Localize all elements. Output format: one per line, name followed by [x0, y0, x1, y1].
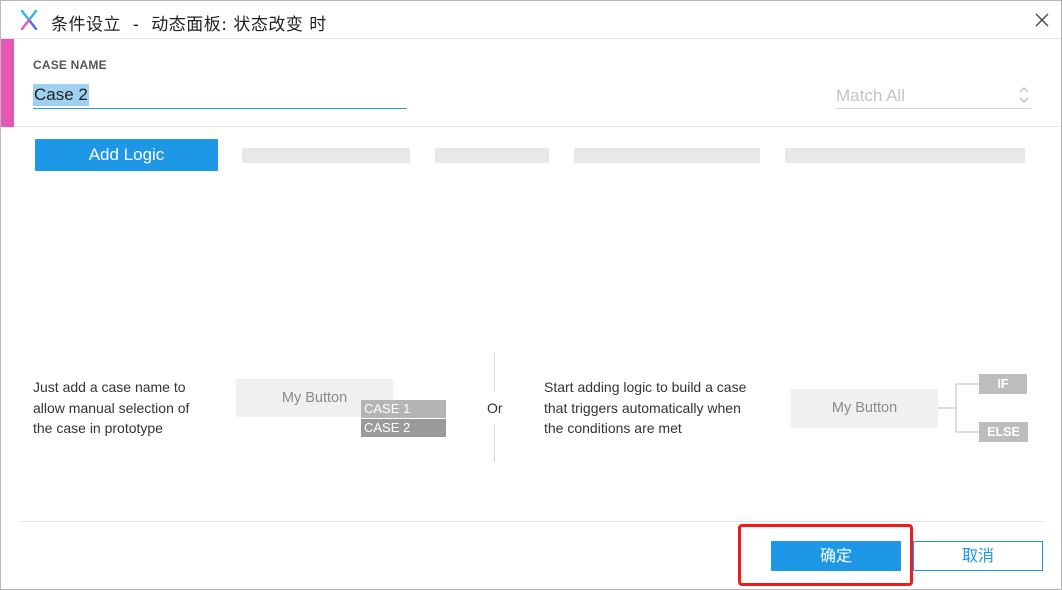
manual-help-text: Just add a case name to allow manual sel… — [33, 377, 189, 439]
placeholder-bar — [435, 148, 549, 163]
demo-case-option: CASE 1 — [361, 400, 446, 418]
match-mode-value: Match All — [836, 86, 905, 105]
placeholder-bar — [242, 148, 410, 163]
window-title: 条件设立 - 动态面板: 状态改变 时 — [51, 15, 327, 35]
match-mode-select[interactable]: Match All — [835, 82, 1031, 109]
demo-my-button: My Button — [791, 389, 938, 428]
cancel-button[interactable]: 取消 — [913, 541, 1043, 571]
help-line: Just add a case name to — [33, 379, 186, 395]
help-line: that triggers automatically when — [544, 399, 741, 416]
close-icon[interactable] — [1033, 11, 1051, 29]
ok-button[interactable]: 确定 — [771, 541, 901, 571]
separator-line — [494, 425, 495, 462]
branch-connector-icon — [938, 383, 980, 433]
auto-help-text: Start adding logic to build a case that … — [544, 377, 746, 439]
case-editor-dialog: 条件设立 - 动态面板: 状态改变 时 CASE NAME Case 2 Mat… — [0, 0, 1062, 590]
placeholder-bar — [785, 148, 1025, 163]
help-line: the case in prototype — [33, 420, 163, 436]
case-header: CASE NAME Case 2 Match All — [1, 39, 1061, 127]
placeholder-bar — [574, 148, 760, 163]
help-line: allow manual selection of — [33, 399, 190, 416]
demo-case-option: CASE 2 — [361, 419, 446, 437]
or-separator: Or — [487, 400, 503, 416]
title-bar: 条件设立 - 动态面板: 状态改变 时 — [1, 1, 1061, 39]
case-name-input[interactable] — [33, 82, 407, 109]
app-x-logo-icon — [20, 10, 38, 30]
separator-line — [494, 353, 495, 391]
if-branch-chip: IF — [979, 374, 1027, 394]
help-line: the conditions are met — [544, 420, 682, 436]
case-color-strip — [1, 39, 14, 127]
help-line: Start adding logic to build a case — [544, 379, 747, 395]
up-down-chevron-icon — [1019, 87, 1029, 103]
case-name-label: CASE NAME — [33, 58, 107, 72]
else-branch-chip: ELSE — [979, 422, 1028, 442]
add-logic-button[interactable]: Add Logic — [35, 139, 218, 171]
footer-divider — [21, 521, 1043, 522]
